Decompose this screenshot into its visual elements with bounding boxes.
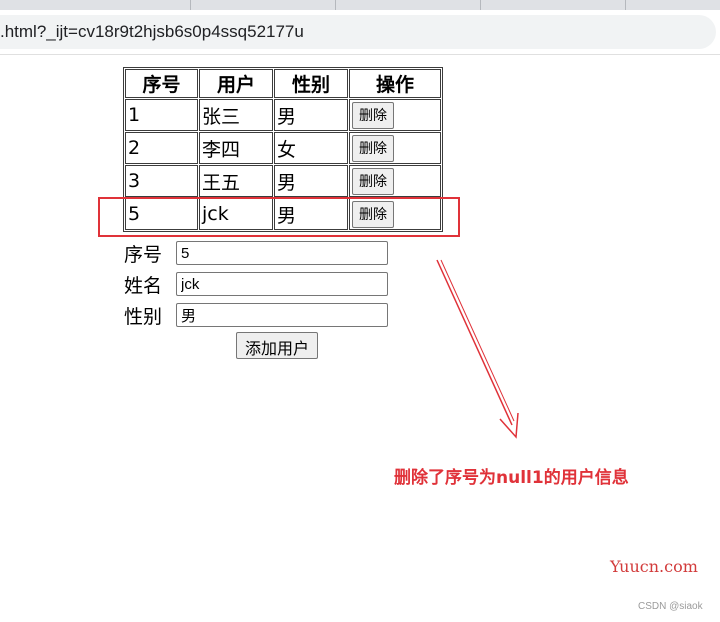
url-text: .html?_ijt=cv18r9t2hjsb6s0p4ssq52177u xyxy=(0,22,304,41)
highlight-box xyxy=(98,197,460,237)
table-row: 1 张三 男 删除 xyxy=(125,99,441,131)
cell-sex: 男 xyxy=(274,165,348,197)
table-header-row: 序号 用户 性别 操作 xyxy=(125,69,441,98)
name-label: 姓名 xyxy=(124,275,163,297)
form-row-sex: 性别 xyxy=(124,302,388,329)
cell-sex: 男 xyxy=(274,99,348,131)
tab-separator xyxy=(335,0,336,10)
watermark-text: Yuucn.com xyxy=(610,557,698,576)
browser-tab-strip xyxy=(0,0,720,10)
sex-label: 性别 xyxy=(124,306,163,328)
cell-user: 李四 xyxy=(199,132,273,164)
annotation-text: 删除了序号为null1的用户信息 xyxy=(394,468,629,488)
header-user: 用户 xyxy=(199,69,273,98)
cell-action: 删除 xyxy=(349,165,441,197)
header-sex: 性别 xyxy=(274,69,348,98)
form-row-name: 姓名 xyxy=(124,271,388,298)
annotation-arrow-icon xyxy=(436,259,519,439)
tab-separator xyxy=(190,0,191,10)
delete-button[interactable]: 删除 xyxy=(352,167,394,195)
table-row: 3 王五 男 删除 xyxy=(125,165,441,197)
credit-text: CSDN @siaok xyxy=(638,601,703,612)
tab-separator xyxy=(625,0,626,10)
id-input[interactable] xyxy=(176,241,388,265)
browser-address-bar: .html?_ijt=cv18r9t2hjsb6s0p4ssq52177u xyxy=(0,10,720,54)
cell-id: 2 xyxy=(125,132,198,164)
cell-id: 3 xyxy=(125,165,198,197)
cell-user: 张三 xyxy=(199,99,273,131)
cell-id: 1 xyxy=(125,99,198,131)
cell-action: 删除 xyxy=(349,132,441,164)
sex-input[interactable] xyxy=(176,303,388,327)
name-input[interactable] xyxy=(176,272,388,296)
cell-user: 王五 xyxy=(199,165,273,197)
page-divider xyxy=(0,54,720,55)
add-user-button[interactable]: 添加用户 xyxy=(236,332,319,359)
header-id: 序号 xyxy=(125,69,198,98)
tab-separator xyxy=(480,0,481,10)
url-field[interactable]: .html?_ijt=cv18r9t2hjsb6s0p4ssq52177u xyxy=(0,15,716,49)
table-row: 2 李四 女 删除 xyxy=(125,132,441,164)
form-row-id: 序号 xyxy=(124,240,388,267)
delete-button[interactable]: 删除 xyxy=(352,134,394,162)
delete-button[interactable]: 删除 xyxy=(352,101,394,129)
cell-action: 删除 xyxy=(349,99,441,131)
id-label: 序号 xyxy=(124,244,163,266)
cell-sex: 女 xyxy=(274,132,348,164)
header-action: 操作 xyxy=(349,69,441,98)
